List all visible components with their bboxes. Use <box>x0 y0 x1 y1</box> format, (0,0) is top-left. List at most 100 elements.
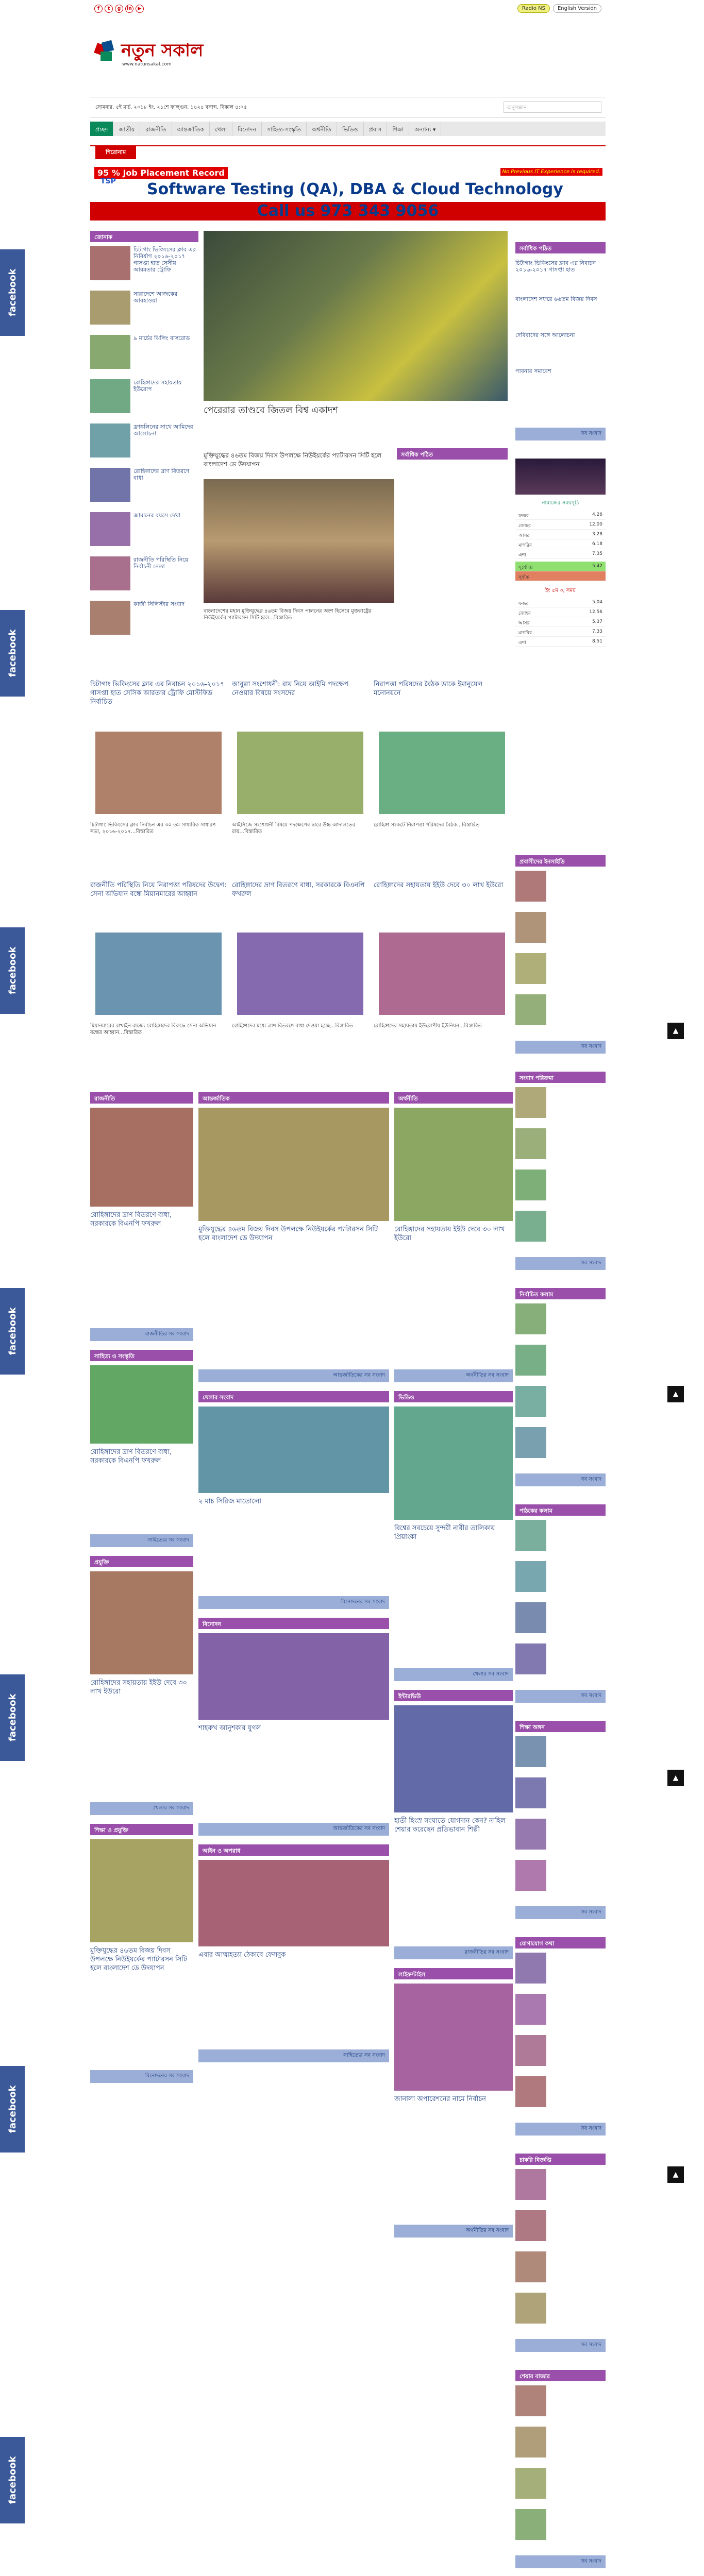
section-image[interactable] <box>198 1633 389 1720</box>
list-item-thumb[interactable] <box>515 1170 546 1200</box>
list-item-thumb[interactable] <box>90 379 130 413</box>
list-item-thumb[interactable] <box>515 871 546 902</box>
facebook-side-tab[interactable]: facebook <box>0 1674 25 1761</box>
facebook-side-tab[interactable]: facebook <box>0 927 25 1014</box>
list-item-thumb[interactable] <box>90 601 130 635</box>
list-item-thumb[interactable] <box>515 953 546 984</box>
facebook-side-tab[interactable]: facebook <box>0 2066 25 2153</box>
list-item-thumb[interactable] <box>515 1860 546 1891</box>
section-lead-title[interactable]: জানালা অপারেশনের নামে নির্বাচন <box>394 2095 513 2104</box>
grid-card[interactable]: রাজনীতি পরিস্থিতি নিয়ে নিরাপত্তা পরিষদে… <box>90 881 227 1072</box>
english-version-button[interactable]: English Version <box>552 4 601 13</box>
site-logo[interactable]: নতুন সকাল www.natunsakal.com <box>94 36 203 67</box>
list-item-title[interactable]: রোহিঙ্গাদের দ্রাণ বিতরণে বাধা <box>133 468 198 502</box>
list-item-thumb[interactable] <box>515 2035 546 2066</box>
see-more-link[interactable]: সব সংবাদ <box>515 1473 606 1486</box>
list-item-thumb[interactable] <box>90 246 130 280</box>
section-lead-title[interactable]: রোহিঙ্গাদের সহায়তায় ইইউ দেবে ৩০ লাখ ইউ… <box>90 1679 193 1696</box>
list-item-thumb[interactable] <box>515 1561 546 1592</box>
list-item-thumb[interactable] <box>515 2210 546 2241</box>
list-item-thumb[interactable] <box>515 1128 546 1159</box>
see-more-link[interactable]: আন্তর্জাতিকের সব সংবাদ <box>198 1369 389 1382</box>
list-item-title[interactable]: রাজনীতি পরিস্থিতি নিয়ে নির্বাচনী নেতা <box>133 556 198 590</box>
section-lead-title[interactable]: বিশ্বের সবচেয়ে সুন্দরী নারীর তালিকায় প… <box>394 1524 513 1541</box>
section-lead-title[interactable]: হাতী হিংস্র সংঘাতে যোগদান কেন? নাহিল শেয… <box>394 1817 513 1834</box>
grid-card-title[interactable]: নিরাপত্তা পরিষদের বৈঠক ডাকে ইমানুয়েল মন… <box>374 680 510 698</box>
section-image[interactable] <box>394 1108 513 1221</box>
see-more-link[interactable]: বিনোদনের সব সংবাদ <box>198 1596 389 1609</box>
list-item-thumb[interactable] <box>90 335 130 369</box>
section-image[interactable] <box>394 1705 513 1812</box>
grid-card[interactable]: রোহিঙ্গাদের দ্রাণ বিতরণে বাধা, সরকারকে ব… <box>232 881 368 1072</box>
grid-card-image[interactable] <box>95 732 222 814</box>
nav-item-0[interactable]: প্রচ্ছদ <box>90 122 114 136</box>
list-item-thumb[interactable] <box>515 2385 546 2416</box>
nav-item-7[interactable]: অর্থনীতি <box>307 122 337 136</box>
grid-card[interactable]: রোহিঙ্গাদের সহায়তায় ইইউ দেবে ৩০ লাখ ইউ… <box>374 881 510 1072</box>
nav-item-9[interactable]: প্রবাস <box>364 122 388 136</box>
list-item-thumb[interactable] <box>515 1211 546 1242</box>
list-item-thumb[interactable] <box>90 468 130 502</box>
grid-card-image[interactable] <box>379 732 505 814</box>
popular-item[interactable]: পাবনার সমাবেশ <box>515 368 606 399</box>
grid-card-title[interactable]: রোহিঙ্গাদের দ্রাণ বিতরণে বাধা, সরকারকে ব… <box>232 881 368 899</box>
nav-item-4[interactable]: খেলা <box>210 122 233 136</box>
nav-item-6[interactable]: সাহিত্য-সংস্কৃতি <box>262 122 307 136</box>
list-item-thumb[interactable] <box>515 1736 546 1767</box>
radio-button[interactable]: Radio NS <box>517 4 550 13</box>
facebook-side-tab[interactable]: facebook <box>0 249 25 336</box>
back-to-top-button[interactable]: ▲ <box>667 1386 684 1402</box>
nav-item-3[interactable]: আন্তর্জাতিক <box>172 122 210 136</box>
see-more-link[interactable]: সব সংবাদ <box>515 2339 606 2352</box>
list-item-title[interactable]: ৯ মার্চের ঝিলিং বাসরোড <box>133 335 198 369</box>
list-item-thumb[interactable] <box>515 1602 546 1633</box>
list-item-thumb[interactable] <box>515 994 546 1025</box>
see-more-link[interactable]: অর্থনীতির সব সংবাদ <box>394 2225 513 2238</box>
list-item-thumb[interactable] <box>90 291 130 325</box>
see-more-link[interactable]: রাজনীতির সব সংবাদ <box>394 1946 513 1959</box>
list-item-thumb[interactable] <box>515 1345 546 1376</box>
grid-card-title[interactable]: রোহিঙ্গাদের সহায়তায় ইইউ দেবে ৩০ লাখ ইউ… <box>374 881 510 890</box>
section-image[interactable] <box>90 1839 193 1942</box>
section-lead-title[interactable]: রোহিঙ্গাদের সহায়তায় ইইউ দেবে ৩০ লাখ ইউ… <box>394 1225 513 1243</box>
back-to-top-button[interactable]: ▲ <box>667 1770 684 1786</box>
see-more-link[interactable]: সব সংবাদ <box>515 1690 606 1703</box>
nav-item-2[interactable]: রাজনীতি <box>140 122 172 136</box>
list-item-thumb[interactable] <box>515 1994 546 2025</box>
see-more-link[interactable]: আন্তর্জাতিকের সব সংবাদ <box>198 1823 389 1836</box>
grid-card-image[interactable] <box>379 933 505 1015</box>
list-item-thumb[interactable] <box>515 912 546 943</box>
see-more-link[interactable]: সব সংবাদ <box>515 1257 606 1270</box>
facebook-side-tab[interactable]: facebook <box>0 1288 25 1375</box>
section-lead-title[interactable]: এবার আত্মহত্যা ঠেকাবে ফেসবুক <box>198 1951 389 1959</box>
lead-story[interactable]: পেরেরার তাণ্ডবে জিতল বিশ্ব একাদশ <box>204 231 508 447</box>
nav-item-10[interactable]: শিক্ষা <box>387 122 410 136</box>
list-item-title[interactable]: জামানের বয়সে দেখা <box>133 512 198 546</box>
section-lead-title[interactable]: রোহিঙ্গাদের দ্রাণ বিতরণে বাধা, সরকারকে ব… <box>90 1211 193 1228</box>
see-more-link[interactable]: খেলার সব সংবাদ <box>394 1668 513 1681</box>
section-image[interactable] <box>90 1108 193 1207</box>
popular-item[interactable]: দেবিবাদের সঙ্গে আলোচনা <box>515 332 606 363</box>
google-plus-icon[interactable]: g <box>115 5 123 13</box>
list-item-thumb[interactable] <box>515 1520 546 1551</box>
section-image[interactable] <box>198 1108 389 1221</box>
advertisement-banner[interactable]: 95 % Job Placement Record No Previous IT… <box>90 166 606 221</box>
list-item-thumb[interactable] <box>515 1777 546 1808</box>
list-item-title[interactable]: চিটাগাং ভিকিংসের ক্লাব এর নিবির্যাগ ২০১৬… <box>133 246 198 280</box>
list-item-thumb[interactable] <box>515 2251 546 2282</box>
list-item-thumb[interactable] <box>515 2076 546 2107</box>
grid-card-title[interactable]: রাজনীতি পরিস্থিতি নিয়ে নিরাপত্তা পরিষদে… <box>90 881 227 899</box>
see-more-link[interactable]: বিনোদনের সব সংবাদ <box>90 2070 193 2083</box>
list-item-thumb[interactable] <box>90 423 130 457</box>
list-item-thumb[interactable] <box>515 1819 546 1850</box>
nav-item-5[interactable]: বিনোদন <box>232 122 262 136</box>
facebook-side-tab[interactable]: facebook <box>0 610 25 697</box>
grid-card-image[interactable] <box>95 933 222 1015</box>
grid-card-image[interactable] <box>237 732 363 814</box>
see-more-link[interactable]: সাহিত্যের সব সংবাদ <box>90 1534 193 1547</box>
section-lead-title[interactable]: মুক্তিযুদ্ধের ৪৬তম বিজয় দিবস উপলক্ষে নি… <box>90 1946 193 1973</box>
list-item-thumb[interactable] <box>515 1643 546 1674</box>
section-lead-title[interactable]: শাহরুখ আনুশকার যুগল <box>198 1724 389 1733</box>
twitter-icon[interactable]: t <box>105 5 113 13</box>
search-input[interactable]: অনুসন্ধান <box>504 101 601 113</box>
